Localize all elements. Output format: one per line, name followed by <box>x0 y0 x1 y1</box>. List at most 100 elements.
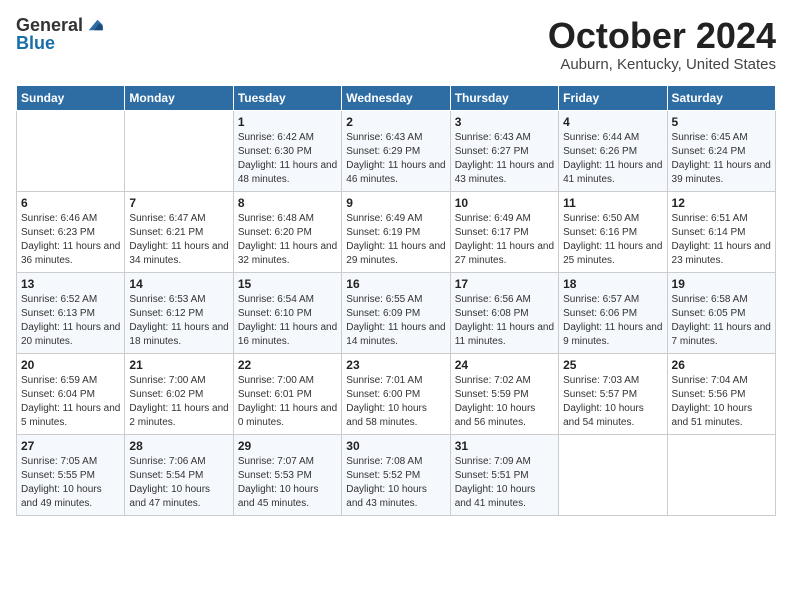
day-number: 20 <box>21 358 120 372</box>
day-number: 12 <box>672 196 771 210</box>
day-number: 15 <box>238 277 337 291</box>
day-info: Sunrise: 7:06 AMSunset: 5:54 PMDaylight:… <box>129 455 228 511</box>
day-number: 28 <box>129 439 228 453</box>
day-cell: 10 Sunrise: 6:49 AMSunset: 6:17 PMDayligh… <box>450 191 558 272</box>
day-info: Sunrise: 6:49 AMSunset: 6:17 PMDaylight:… <box>455 212 554 268</box>
day-info: Sunrise: 6:44 AMSunset: 6:26 PMDaylight:… <box>563 131 662 187</box>
day-cell: 5Sunrise: 6:45 AMSunset: 6:24 PMDaylight… <box>667 110 775 191</box>
day-cell: 9 Sunrise: 6:49 AMSunset: 6:19 PMDaylight… <box>342 191 450 272</box>
day-info: Sunrise: 7:00 AMSunset: 6:01 PMDaylight:… <box>238 374 337 430</box>
day-number: 3 <box>455 115 554 129</box>
day-info: Sunrise: 6:49 AMSunset: 6:19 PMDaylight:… <box>346 212 445 268</box>
day-number: 30 <box>346 439 445 453</box>
logo-icon <box>85 18 103 32</box>
logo-general-text: General <box>16 16 83 34</box>
day-cell: 16Sunrise: 6:55 AMSunset: 6:09 PMDayligh… <box>342 272 450 353</box>
header-day-tuesday: Tuesday <box>233 85 341 110</box>
month-title: October 2024 <box>548 16 776 56</box>
day-info: Sunrise: 6:48 AMSunset: 6:20 PMDaylight:… <box>238 212 337 268</box>
day-cell: 18 Sunrise: 6:57 AMSunset: 6:06 PMDayligh… <box>559 272 667 353</box>
day-info: Sunrise: 6:59 AMSunset: 6:04 PMDaylight:… <box>21 374 120 430</box>
day-cell: 30 Sunrise: 7:08 AMSunset: 5:52 PMDayligh… <box>342 434 450 515</box>
day-cell: 28 Sunrise: 7:06 AMSunset: 5:54 PMDayligh… <box>125 434 233 515</box>
logo-blue-text: Blue <box>16 34 55 52</box>
day-cell: 14 Sunrise: 6:53 AMSunset: 6:12 PMDayligh… <box>125 272 233 353</box>
day-cell: 25Sunrise: 7:03 AMSunset: 5:57 PMDayligh… <box>559 353 667 434</box>
day-cell: 24 Sunrise: 7:02 AMSunset: 5:59 PMDayligh… <box>450 353 558 434</box>
day-number: 11 <box>563 196 662 210</box>
header-day-wednesday: Wednesday <box>342 85 450 110</box>
header-row: SundayMondayTuesdayWednesdayThursdayFrid… <box>17 85 776 110</box>
day-number: 31 <box>455 439 554 453</box>
day-number: 16 <box>346 277 445 291</box>
day-cell: 17 Sunrise: 6:56 AMSunset: 6:08 PMDayligh… <box>450 272 558 353</box>
week-row-5: 27 Sunrise: 7:05 AMSunset: 5:55 PMDayligh… <box>17 434 776 515</box>
day-info: Sunrise: 6:50 AMSunset: 6:16 PMDaylight:… <box>563 212 662 268</box>
day-info: Sunrise: 6:51 AMSunset: 6:14 PMDaylight:… <box>672 212 771 268</box>
day-cell: 13Sunrise: 6:52 AMSunset: 6:13 PMDayligh… <box>17 272 125 353</box>
day-number: 18 <box>563 277 662 291</box>
day-number: 7 <box>129 196 228 210</box>
day-number: 22 <box>238 358 337 372</box>
day-cell: 27 Sunrise: 7:05 AMSunset: 5:55 PMDayligh… <box>17 434 125 515</box>
day-info: Sunrise: 6:43 AMSunset: 6:27 PMDaylight:… <box>455 131 554 187</box>
day-number: 1 <box>238 115 337 129</box>
day-cell <box>17 110 125 191</box>
day-cell <box>125 110 233 191</box>
header-day-saturday: Saturday <box>667 85 775 110</box>
day-info: Sunrise: 7:04 AMSunset: 5:56 PMDaylight:… <box>672 374 771 430</box>
calendar-header: SundayMondayTuesdayWednesdayThursdayFrid… <box>17 85 776 110</box>
day-number: 9 <box>346 196 445 210</box>
day-info: Sunrise: 6:56 AMSunset: 6:08 PMDaylight:… <box>455 293 554 349</box>
week-row-3: 13Sunrise: 6:52 AMSunset: 6:13 PMDayligh… <box>17 272 776 353</box>
logo: General Blue <box>16 16 103 52</box>
day-number: 21 <box>129 358 228 372</box>
day-number: 19 <box>672 277 771 291</box>
day-cell: 29 Sunrise: 7:07 AMSunset: 5:53 PMDayligh… <box>233 434 341 515</box>
day-number: 14 <box>129 277 228 291</box>
day-number: 6 <box>21 196 120 210</box>
day-info: Sunrise: 7:00 AMSunset: 6:02 PMDaylight:… <box>129 374 228 430</box>
day-number: 27 <box>21 439 120 453</box>
day-cell: 1Sunrise: 6:42 AMSunset: 6:30 PMDaylight… <box>233 110 341 191</box>
day-cell: 31Sunrise: 7:09 AMSunset: 5:51 PMDayligh… <box>450 434 558 515</box>
day-number: 8 <box>238 196 337 210</box>
day-info: Sunrise: 7:01 AMSunset: 6:00 PMDaylight:… <box>346 374 445 430</box>
calendar-body: 1Sunrise: 6:42 AMSunset: 6:30 PMDaylight… <box>17 110 776 515</box>
day-cell: 21 Sunrise: 7:00 AMSunset: 6:02 PMDayligh… <box>125 353 233 434</box>
day-cell <box>559 434 667 515</box>
day-info: Sunrise: 7:02 AMSunset: 5:59 PMDaylight:… <box>455 374 554 430</box>
day-cell: 6Sunrise: 6:46 AMSunset: 6:23 PMDaylight… <box>17 191 125 272</box>
day-info: Sunrise: 7:05 AMSunset: 5:55 PMDaylight:… <box>21 455 120 511</box>
day-number: 10 <box>455 196 554 210</box>
day-info: Sunrise: 7:08 AMSunset: 5:52 PMDaylight:… <box>346 455 445 511</box>
day-number: 29 <box>238 439 337 453</box>
day-info: Sunrise: 6:57 AMSunset: 6:06 PMDaylight:… <box>563 293 662 349</box>
day-number: 5 <box>672 115 771 129</box>
day-cell: 3 Sunrise: 6:43 AMSunset: 6:27 PMDaylight… <box>450 110 558 191</box>
header-day-monday: Monday <box>125 85 233 110</box>
calendar-table: SundayMondayTuesdayWednesdayThursdayFrid… <box>16 85 776 516</box>
day-info: Sunrise: 7:07 AMSunset: 5:53 PMDaylight:… <box>238 455 337 511</box>
header-day-thursday: Thursday <box>450 85 558 110</box>
week-row-1: 1Sunrise: 6:42 AMSunset: 6:30 PMDaylight… <box>17 110 776 191</box>
day-cell: 2 Sunrise: 6:43 AMSunset: 6:29 PMDaylight… <box>342 110 450 191</box>
day-number: 2 <box>346 115 445 129</box>
day-cell: 22 Sunrise: 7:00 AMSunset: 6:01 PMDayligh… <box>233 353 341 434</box>
week-row-2: 6Sunrise: 6:46 AMSunset: 6:23 PMDaylight… <box>17 191 776 272</box>
day-number: 26 <box>672 358 771 372</box>
day-info: Sunrise: 6:43 AMSunset: 6:29 PMDaylight:… <box>346 131 445 187</box>
day-cell: 4 Sunrise: 6:44 AMSunset: 6:26 PMDaylight… <box>559 110 667 191</box>
day-info: Sunrise: 6:53 AMSunset: 6:12 PMDaylight:… <box>129 293 228 349</box>
day-cell: 8 Sunrise: 6:48 AMSunset: 6:20 PMDaylight… <box>233 191 341 272</box>
page-header: General Blue October 2024 Auburn, Kentuc… <box>16 16 776 73</box>
day-info: Sunrise: 6:58 AMSunset: 6:05 PMDaylight:… <box>672 293 771 349</box>
day-cell: 19 Sunrise: 6:58 AMSunset: 6:05 PMDayligh… <box>667 272 775 353</box>
day-number: 4 <box>563 115 662 129</box>
day-cell: 20 Sunrise: 6:59 AMSunset: 6:04 PMDayligh… <box>17 353 125 434</box>
day-cell: 12 Sunrise: 6:51 AMSunset: 6:14 PMDayligh… <box>667 191 775 272</box>
day-number: 24 <box>455 358 554 372</box>
title-block: October 2024 Auburn, Kentucky, United St… <box>548 16 776 73</box>
day-number: 25 <box>563 358 662 372</box>
day-number: 17 <box>455 277 554 291</box>
